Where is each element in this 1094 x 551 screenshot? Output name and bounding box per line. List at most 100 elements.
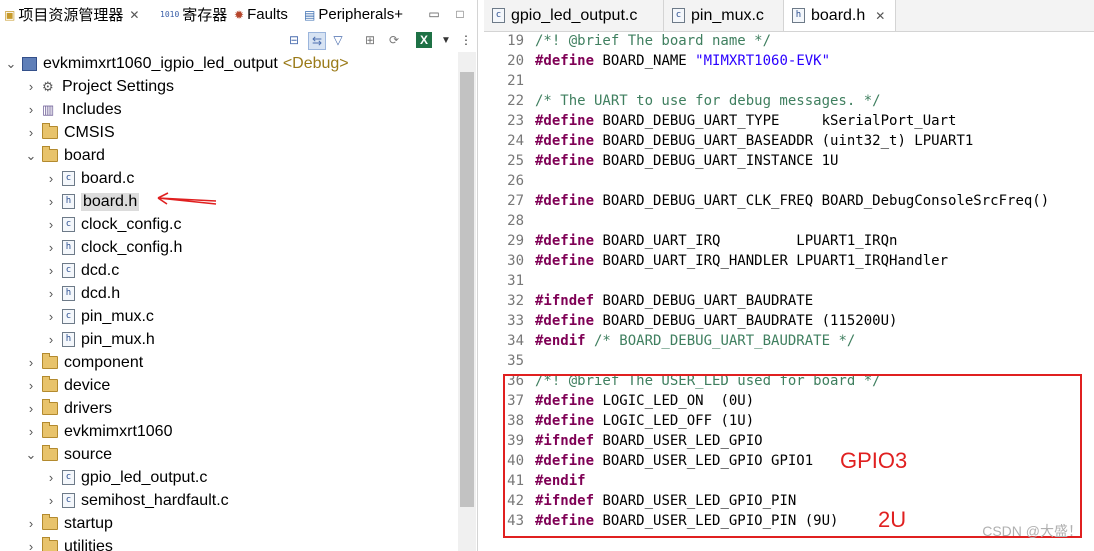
tree-item-label: gpio_led_output.c: [81, 468, 208, 486]
minimize-icon[interactable]: ▭: [426, 6, 442, 22]
line-number: 21: [507, 73, 524, 89]
grid-icon[interactable]: ⊞: [362, 32, 378, 48]
code-token: /*! @brief The board name */: [535, 33, 772, 49]
line-number: 25: [507, 153, 524, 169]
code-token: BOARD_DEBUG_UART_BAUDRATE (115200U): [594, 313, 898, 329]
scrollbar-thumb[interactable]: [460, 72, 474, 507]
chevron-right-icon[interactable]: ›: [44, 493, 58, 508]
maximize-icon[interactable]: □: [452, 6, 468, 22]
code-line: #define BOARD_DEBUG_UART_CLK_FREQ BOARD_…: [535, 191, 1049, 211]
folder-icon: [42, 399, 58, 415]
tree-item-utilities[interactable]: › utilities: [24, 535, 113, 551]
tree-item-label: clock_config.h: [81, 238, 183, 256]
tree-item-drivers[interactable]: › drivers: [24, 397, 112, 420]
code-token: BOARD_NAME: [594, 53, 696, 69]
highlight-box: [503, 374, 1082, 538]
sync-icon[interactable]: ⟳: [386, 32, 402, 48]
tab-board-h[interactable]: h board.h ✕: [784, 0, 896, 31]
line-number: 20: [507, 53, 524, 69]
tab-pin-mux-c[interactable]: c pin_mux.c: [664, 0, 784, 31]
tree-item-semihost-hardfault-c[interactable]: › c semihost_hardfault.c: [44, 489, 229, 512]
tree-item-board[interactable]: ⌄ board: [24, 144, 105, 167]
tab-faults[interactable]: ✹ Faults: [234, 0, 288, 29]
chevron-right-icon[interactable]: ›: [24, 125, 38, 140]
chevron-right-icon[interactable]: ›: [44, 332, 58, 347]
chevron-right-icon[interactable]: ›: [24, 401, 38, 416]
folder-icon: [42, 514, 58, 530]
code-token: "MIMXRT1060-EVK": [695, 53, 831, 69]
close-icon[interactable]: ✕: [129, 8, 139, 22]
chevron-right-icon[interactable]: ›: [44, 171, 58, 186]
annotation-gpio: GPIO3: [840, 448, 908, 473]
tree-item-startup[interactable]: › startup: [24, 512, 113, 535]
chevron-right-icon[interactable]: ›: [44, 194, 58, 209]
tree-item-source[interactable]: ⌄ source: [24, 443, 112, 466]
code-token: BOARD_DEBUG_UART_TYPE kSerialPort_Uart: [594, 113, 957, 129]
chevron-right-icon[interactable]: ›: [24, 102, 38, 117]
tree-item-board-c[interactable]: › c board.c: [44, 167, 135, 190]
faults-icon: ✹: [234, 7, 245, 22]
line-number: 31: [507, 273, 524, 289]
tab-label: 寄存器: [182, 7, 228, 24]
tree-item-clock-config-c[interactable]: › c clock_config.c: [44, 213, 182, 236]
chevron-right-icon[interactable]: ›: [24, 79, 38, 94]
tab-label: Faults: [247, 6, 288, 23]
chevron-right-icon[interactable]: ›: [24, 424, 38, 439]
tree-item-label: utilities: [64, 537, 113, 551]
tree-item-device[interactable]: › device: [24, 374, 110, 397]
editor-tab-bar: c gpio_led_output.c c pin_mux.c h board.…: [484, 0, 1094, 32]
tree-item-dcd-c[interactable]: › c dcd.c: [44, 259, 119, 282]
chevron-right-icon[interactable]: ›: [44, 240, 58, 255]
h-file-icon: h: [62, 240, 75, 255]
chevron-right-icon[interactable]: ›: [44, 470, 58, 485]
chevron-down-icon[interactable]: ⌄: [24, 148, 38, 164]
link-editor-icon[interactable]: ⇆: [308, 32, 326, 50]
close-icon[interactable]: ✕: [875, 9, 885, 23]
line-number: 29: [507, 233, 524, 249]
line-number: 26: [507, 173, 524, 189]
collapse-all-icon[interactable]: ⊟: [286, 32, 302, 48]
view-menu-icon[interactable]: ▼: [438, 32, 454, 48]
code-token: #define: [535, 313, 595, 329]
annotation-pin: 2U: [878, 507, 907, 532]
tree-item-gpio-led-output-c[interactable]: › c gpio_led_output.c: [44, 466, 208, 489]
chevron-right-icon[interactable]: ›: [44, 217, 58, 232]
chevron-right-icon[interactable]: ›: [44, 263, 58, 278]
tab-project-explorer[interactable]: ▣ 项目资源管理器 ✕: [4, 0, 139, 29]
filter-icon[interactable]: ▽: [330, 32, 346, 48]
line-number: 28: [507, 213, 524, 229]
tree-item-evkmimxrt1060[interactable]: › evkmimxrt1060: [24, 420, 172, 443]
tab-peripherals[interactable]: ▤ Peripherals+: [304, 0, 403, 29]
tree-item-board-h[interactable]: › h board.h: [44, 190, 140, 213]
chevron-right-icon[interactable]: ›: [24, 516, 38, 531]
tree-item-label: semihost_hardfault.c: [81, 491, 229, 509]
project-explorer-icon: ▣: [4, 7, 16, 22]
tree-item-cmsis[interactable]: › CMSIS: [24, 121, 115, 144]
tree-item-project[interactable]: ⌄ evkmimxrt1060_igpio_led_output <Debug>: [4, 52, 349, 75]
more-icon[interactable]: ⋮: [458, 32, 474, 48]
code-line: /* The UART to use for debug messages. *…: [535, 91, 881, 111]
tree-scrollbar[interactable]: [458, 52, 476, 551]
tree-item-clock-config-h[interactable]: › h clock_config.h: [44, 236, 183, 259]
tab-registers[interactable]: 1010 寄存器: [160, 0, 227, 29]
tree-item-component[interactable]: › component: [24, 351, 143, 374]
folder-icon: [42, 123, 58, 139]
folder-icon: [42, 422, 58, 438]
tree-item-pin-mux-c[interactable]: › c pin_mux.c: [44, 305, 154, 328]
chevron-right-icon[interactable]: ›: [24, 355, 38, 370]
folder-icon: [42, 376, 58, 392]
tree-item-label: pin_mux.h: [81, 330, 155, 348]
spreadsheet-icon[interactable]: X: [416, 32, 432, 48]
tree-item-project-settings[interactable]: › ⚙ Project Settings: [24, 75, 174, 98]
chevron-right-icon[interactable]: ›: [24, 378, 38, 393]
chevron-right-icon[interactable]: ›: [24, 539, 38, 551]
chevron-right-icon[interactable]: ›: [44, 309, 58, 324]
chevron-down-icon[interactable]: ⌄: [24, 447, 38, 463]
tab-gpio-led-output-c[interactable]: c gpio_led_output.c: [484, 0, 664, 31]
tree-item-pin-mux-h[interactable]: › h pin_mux.h: [44, 328, 155, 351]
line-number: 23: [507, 113, 524, 129]
chevron-down-icon[interactable]: ⌄: [4, 56, 18, 72]
tree-item-dcd-h[interactable]: › h dcd.h: [44, 282, 120, 305]
chevron-right-icon[interactable]: ›: [44, 286, 58, 301]
tree-item-includes[interactable]: › ▥ Includes: [24, 98, 122, 121]
